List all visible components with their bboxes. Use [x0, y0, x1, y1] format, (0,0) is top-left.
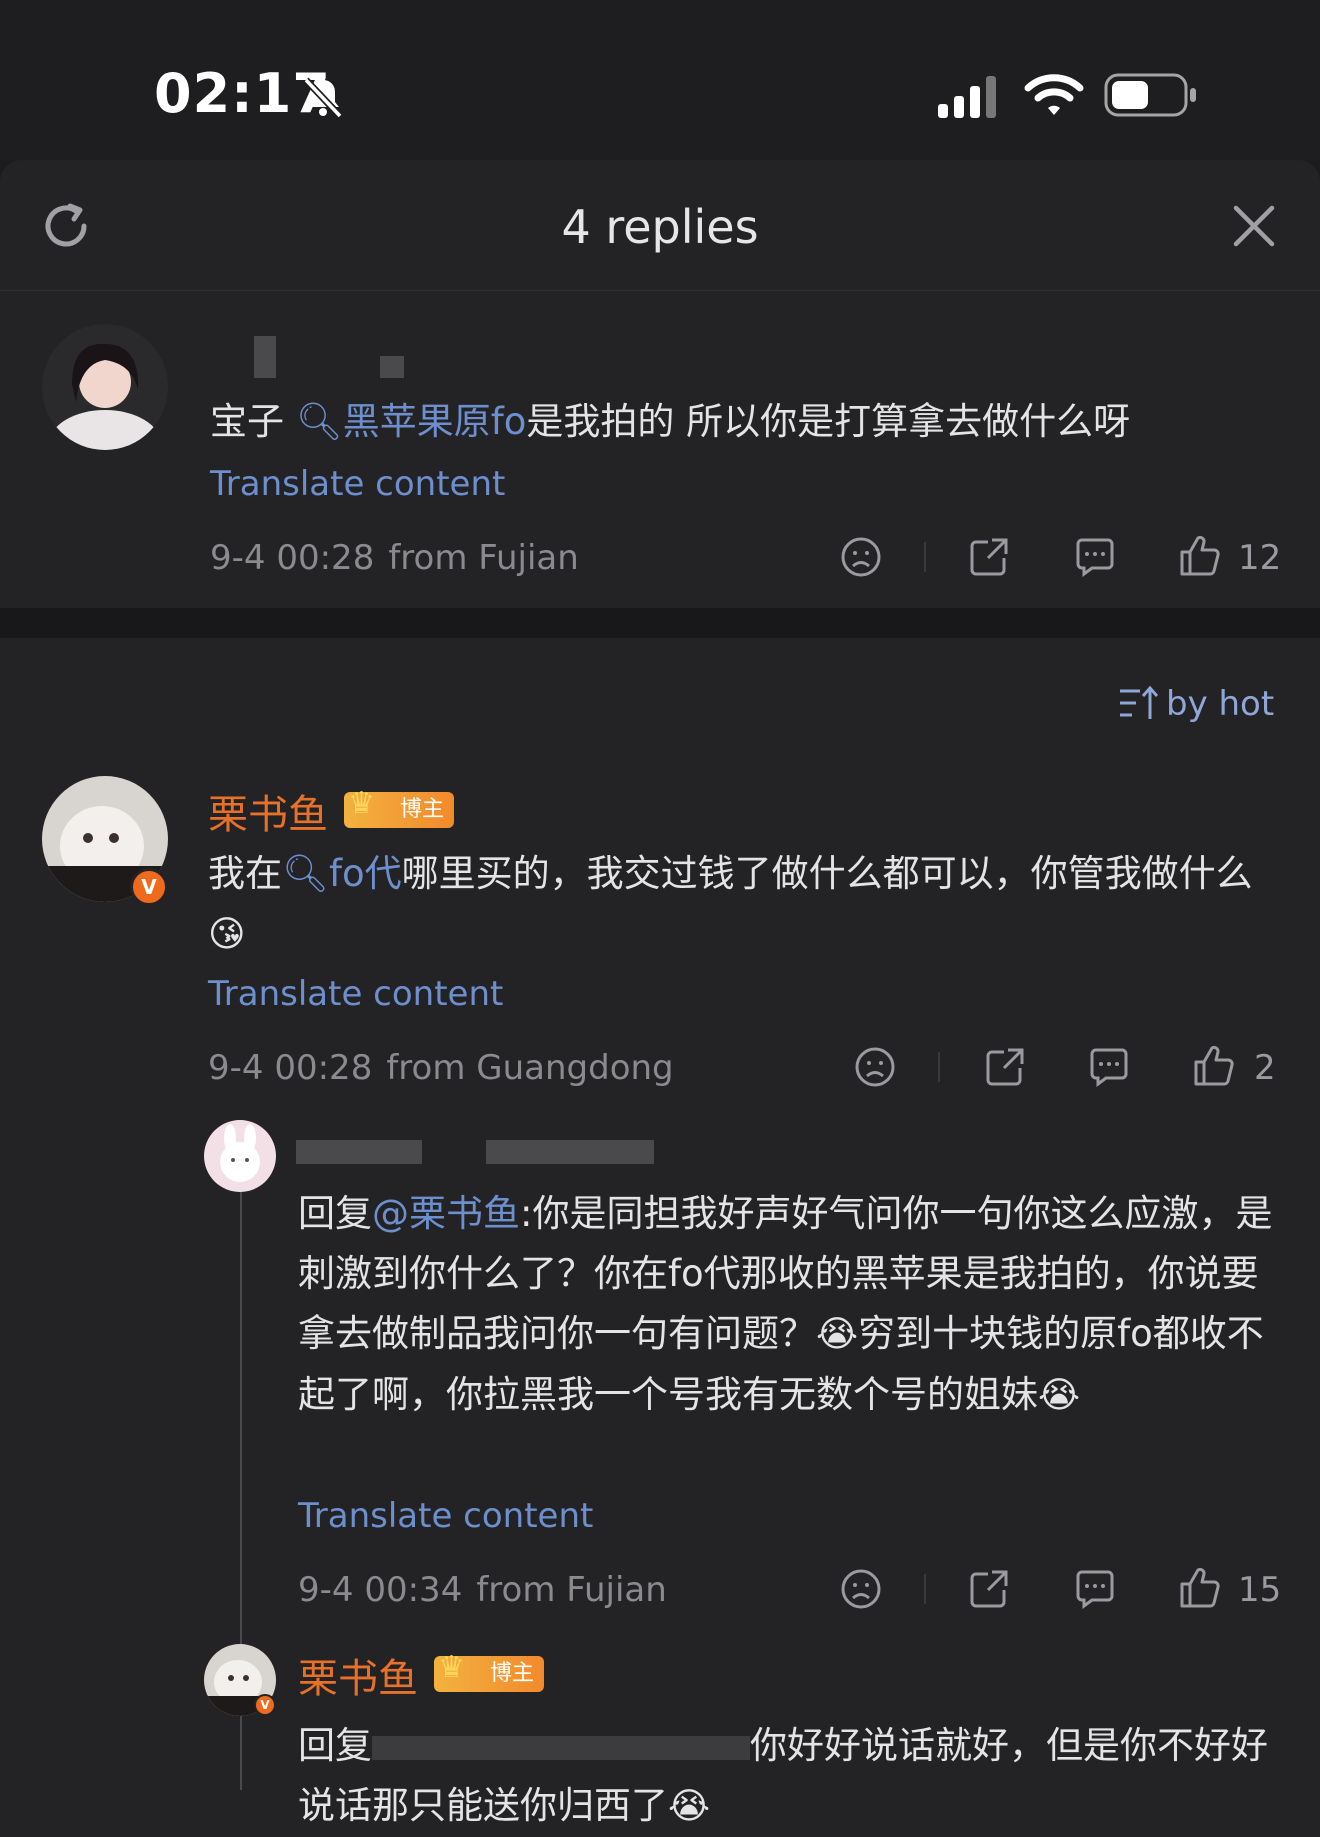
comment-location: from Fujian — [476, 1570, 667, 1610]
like-icon[interactable] — [1178, 1566, 1222, 1610]
crown-icon: ♛ — [438, 1650, 465, 1685]
like-count: 12 — [1238, 538, 1282, 578]
like-count: 15 — [1238, 1570, 1282, 1610]
comment-text: 我在🔍︎fo代哪里买的，我交过钱了做什么都可以，你管我做什么😘 — [208, 844, 1268, 965]
share-icon[interactable] — [968, 1568, 1010, 1610]
translate-link[interactable]: Translate content — [298, 1496, 593, 1536]
comment-date: 9-4 00:34 — [298, 1570, 463, 1610]
section-divider — [0, 608, 1320, 638]
blurred-username — [380, 356, 404, 378]
comment-icon[interactable] — [1088, 1046, 1130, 1088]
dislike-icon[interactable] — [840, 536, 882, 578]
wifi-icon — [1024, 74, 1084, 115]
search-icon: 🔍︎ — [295, 400, 343, 443]
close-icon[interactable] — [1232, 204, 1276, 248]
shy-emoji: 😘 — [208, 914, 246, 955]
divider — [924, 542, 926, 572]
username[interactable]: 栗书鱼 — [298, 1646, 418, 1704]
crying-emoji: 😭 — [816, 1314, 859, 1355]
comment-location: from Guangdong — [386, 1048, 674, 1088]
like-count: 2 — [1254, 1048, 1276, 1088]
verified-badge: V — [130, 868, 168, 906]
comment-text: 回复 你好好说话就好，但是你不好好说话那只能送你归西了😭 — [298, 1716, 1282, 1837]
crying-emoji: 😭 — [668, 1786, 711, 1827]
sheet-title: 4 replies — [561, 200, 759, 254]
topic-link[interactable]: 🔍︎fo代 — [282, 852, 402, 895]
crown-icon: ♛ — [348, 786, 375, 821]
divider — [938, 1052, 940, 1082]
translate-link[interactable]: Translate content — [210, 464, 505, 504]
crying-emoji: 😭 — [1038, 1375, 1081, 1416]
battery-icon — [1104, 73, 1196, 117]
comment-meta: 9-4 00:28 from Fujian — [210, 538, 579, 578]
comment-text: 回复@栗书鱼:你是同担我好声好气问你一句你这么应激，是刺激到你什么了？你在fo代… — [298, 1184, 1282, 1426]
comment-date: 9-4 00:28 — [210, 538, 375, 578]
comment-icon[interactable] — [1074, 1568, 1116, 1610]
blurred-username — [296, 1140, 422, 1164]
blogger-badge: ♛ 博主 — [434, 1650, 545, 1692]
like-icon[interactable] — [1192, 1044, 1236, 1088]
sort-icon — [1120, 685, 1159, 719]
comment-meta: 9-4 00:34 from Fujian — [298, 1570, 667, 1610]
sheet-header: 4 replies — [0, 160, 1320, 291]
comment-text: 宝子 🔍︎黑苹果原fo是我拍的 所以你是打算拿去做什么呀 — [210, 400, 1131, 443]
sort-by-hot[interactable]: by hot — [1118, 684, 1274, 724]
blurred-username — [486, 1140, 654, 1164]
blurred-username — [254, 336, 276, 378]
dislike-icon[interactable] — [854, 1046, 896, 1088]
signal-icon — [938, 76, 996, 118]
bell-off-icon — [303, 77, 343, 119]
mention-link[interactable]: @栗书鱼 — [372, 1192, 520, 1235]
verified-badge: V — [254, 1694, 276, 1716]
comment-date: 9-4 00:28 — [208, 1048, 373, 1088]
comment-location: from Fujian — [388, 538, 579, 578]
blogger-badge: ♛ 博主 — [344, 786, 455, 828]
blurred-mention — [372, 1735, 750, 1760]
translate-link[interactable]: Translate content — [208, 974, 503, 1014]
like-icon[interactable] — [1178, 534, 1222, 578]
share-icon[interactable] — [984, 1046, 1026, 1088]
dislike-icon[interactable] — [840, 1568, 882, 1610]
comment-icon[interactable] — [1074, 536, 1116, 578]
username[interactable]: 栗书鱼 — [208, 782, 328, 840]
divider — [924, 1574, 926, 1604]
search-icon: 🔍︎ — [282, 852, 329, 895]
avatar[interactable] — [204, 1120, 276, 1192]
replies-sheet: 4 replies 宝子 🔍︎黑苹果原fo是我拍的 所以你是打算拿去做什么呀 T… — [0, 160, 1320, 1837]
status-bar: 02:17 — [0, 0, 1320, 160]
topic-link[interactable]: 🔍︎黑苹果原fo — [296, 400, 527, 443]
avatar[interactable] — [42, 324, 168, 450]
share-icon[interactable] — [968, 536, 1010, 578]
comment-meta: 9-4 00:28 from Guangdong — [208, 1048, 674, 1088]
